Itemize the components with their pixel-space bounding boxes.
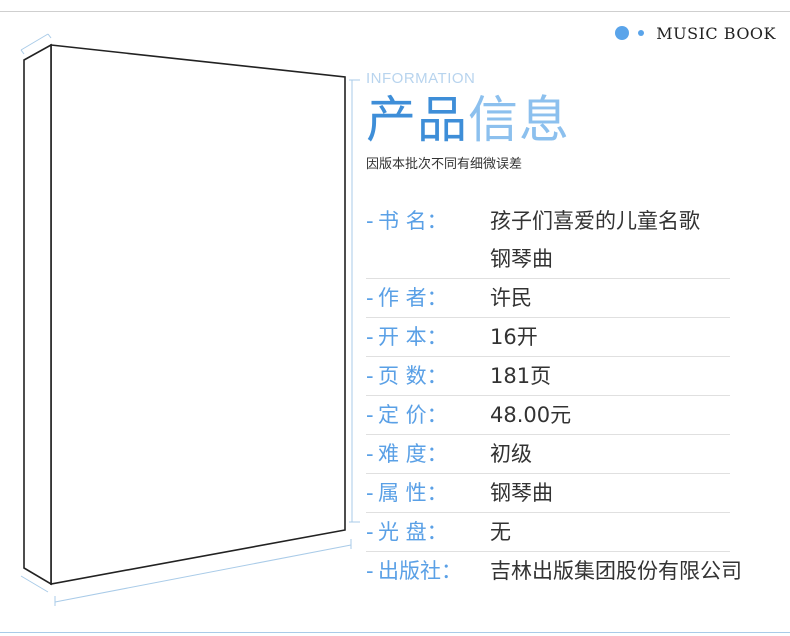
- heading-title-dark: 产品: [366, 91, 468, 149]
- info-value: 48.00元: [490, 403, 572, 427]
- bottom-divider: [0, 632, 790, 633]
- heading-title: 产品信息: [366, 90, 570, 150]
- info-value: 许民: [490, 286, 532, 310]
- info-label: -开 本：: [366, 325, 448, 349]
- info-row-price: -定 价： 48.00元: [366, 396, 730, 435]
- info-label: -属 性：: [366, 481, 448, 505]
- info-value: 16开: [490, 325, 538, 349]
- product-info-heading: INFORMATION 产品信息 因版本批次不同有细微误差: [366, 70, 570, 172]
- info-row-author: -作 者： 许民: [366, 279, 730, 318]
- info-value: 181页: [490, 364, 552, 388]
- info-label: -光 盘：: [366, 520, 448, 544]
- info-value: 钢琴曲: [490, 481, 553, 505]
- info-label: -作 者：: [366, 286, 448, 310]
- info-label: -书 名：: [366, 209, 448, 233]
- info-label: -页 数：: [366, 364, 448, 388]
- info-row-difficulty: -难 度： 初级: [366, 435, 730, 474]
- info-value: 吉林出版集团股份有限公司: [490, 559, 742, 583]
- info-label: - 出版社：: [366, 559, 462, 583]
- brand-header: MUSIC BOOK: [615, 22, 776, 44]
- info-row-pages: -页 数： 181页: [366, 357, 730, 396]
- variation-note: 因版本批次不同有细微误差: [366, 157, 523, 172]
- brand-text: MUSIC BOOK: [656, 23, 776, 43]
- info-row-publisher: - 出版社： 吉林出版集团股份有限公司: [366, 552, 790, 590]
- info-row-format: -开 本： 16开: [366, 318, 730, 357]
- heading-title-light: 信息: [468, 91, 570, 149]
- info-label: -难 度：: [366, 442, 448, 466]
- info-value: 无: [490, 520, 511, 544]
- dot-small-icon: [638, 30, 645, 36]
- book-spine: [23, 43, 52, 586]
- product-info-list: -书 名： 孩子们喜爱的儿童名歌 钢琴曲 -作 者： 许民 -开 本： 16开 …: [366, 202, 790, 590]
- book-cover-placeholder: [20, 33, 360, 606]
- info-label: -定 价：: [366, 403, 448, 427]
- info-row-cd: -光 盘： 无: [366, 513, 730, 552]
- info-value: 孩子们喜爱的儿童名歌: [490, 209, 700, 233]
- info-value: 初级: [490, 442, 532, 466]
- info-row-title: -书 名： 孩子们喜爱的儿童名歌 钢琴曲: [366, 202, 730, 279]
- book-cover-front: [50, 44, 346, 585]
- info-row-category: -属 性： 钢琴曲: [366, 474, 730, 513]
- dot-large-icon: [615, 26, 630, 40]
- info-value: 钢琴曲: [490, 247, 553, 271]
- heading-english: INFORMATION: [366, 70, 476, 87]
- info-value-group: 孩子们喜爱的儿童名歌 钢琴曲: [490, 202, 700, 278]
